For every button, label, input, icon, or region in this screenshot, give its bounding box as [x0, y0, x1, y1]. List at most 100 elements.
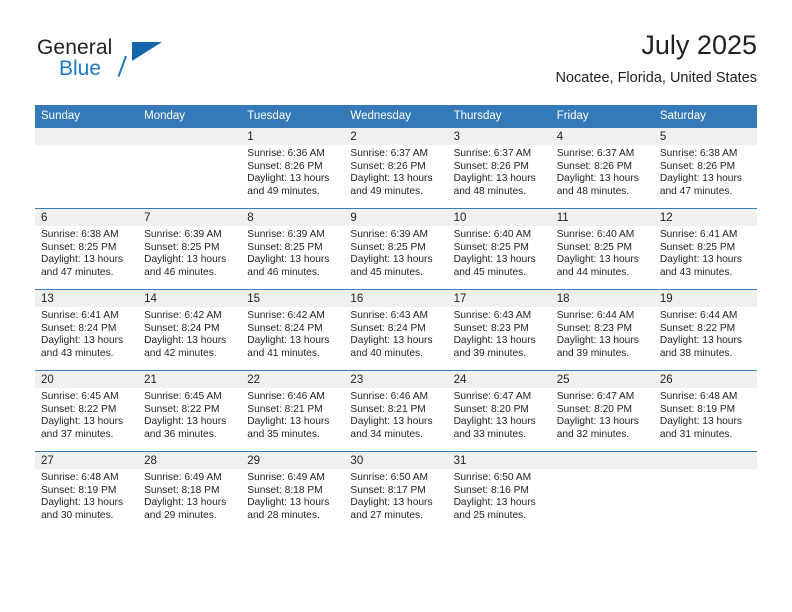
calendar-day-cell[interactable]: 5 Sunrise: 6:38 AM Sunset: 8:26 PM Daylight… — [653, 128, 757, 209]
daylight-text: Daylight: 13 hours and 41 minutes. — [247, 335, 330, 359]
sunrise-text: Sunrise: 6:44 AM — [556, 310, 635, 321]
sunset-text: Sunset: 8:21 PM — [350, 403, 426, 415]
day-number: 18 — [550, 290, 654, 307]
calendar-day-cell[interactable]: 20 Sunrise: 6:45 AM Sunset: 8:22 PM Dayligh… — [35, 370, 139, 452]
day-sun-info: Sunrise: 6:49 AM Sunset: 8:18 PM Daylight:… — [241, 469, 344, 522]
calendar-day-cell[interactable]: 3 Sunrise: 6:37 AM Sunset: 8:26 PM Daylight… — [447, 128, 551, 209]
weekday-header-friday: Friday — [550, 105, 654, 128]
daylight-text: Daylight: 13 hours and 36 minutes. — [144, 416, 227, 440]
calendar-day-cell[interactable]: 14 Sunrise: 6:42 AM Sunset: 8:24 PM Dayligh… — [138, 289, 242, 371]
calendar-day-cell[interactable]: 23 Sunrise: 6:46 AM Sunset: 8:21 PM Dayligh… — [344, 370, 448, 452]
day-number: 29 — [241, 452, 345, 469]
calendar-day-cell[interactable]: 1 Sunrise: 6:36 AM Sunset: 8:26 PM Daylight… — [241, 128, 345, 209]
weekday-header-thursday: Thursday — [447, 105, 551, 128]
day-number: 8 — [241, 209, 345, 226]
day-number: 24 — [447, 371, 551, 388]
day-sun-info: Sunrise: 6:50 AM Sunset: 8:17 PM Daylight:… — [344, 469, 447, 522]
day-cell-inner: 26 Sunrise: 6:48 AM Sunset: 8:19 PM Dayligh… — [653, 371, 757, 451]
general-blue-logo[interactable]: General Blue — [37, 36, 167, 88]
calendar-day-cell[interactable]: 15 Sunrise: 6:42 AM Sunset: 8:24 PM Dayligh… — [241, 289, 345, 371]
weekday-header-tuesday: Tuesday — [241, 105, 345, 128]
calendar-day-cell[interactable]: 31 Sunrise: 6:50 AM Sunset: 8:16 PM Dayligh… — [447, 451, 551, 532]
calendar-day-cell[interactable]: 22 Sunrise: 6:46 AM Sunset: 8:21 PM Dayligh… — [241, 370, 345, 452]
calendar-day-cell[interactable]: 19 Sunrise: 6:44 AM Sunset: 8:22 PM Dayligh… — [653, 289, 757, 371]
calendar-day-cell[interactable]: 26 Sunrise: 6:48 AM Sunset: 8:19 PM Dayligh… — [653, 370, 757, 452]
sunrise-text: Sunrise: 6:48 AM — [659, 391, 738, 402]
calendar-day-cell[interactable]: 16 Sunrise: 6:43 AM Sunset: 8:24 PM Dayligh… — [344, 289, 448, 371]
calendar-day-cell[interactable]: 7 Sunrise: 6:39 AM Sunset: 8:25 PM Daylight… — [138, 208, 242, 290]
calendar-day-cell[interactable]: 9 Sunrise: 6:39 AM Sunset: 8:25 PM Daylight… — [344, 208, 448, 290]
day-number: 1 — [241, 128, 345, 145]
sunrise-text: Sunrise: 6:43 AM — [453, 310, 532, 321]
calendar-body: 1 Sunrise: 6:36 AM Sunset: 8:26 PM Daylight… — [35, 128, 757, 532]
day-number: 28 — [138, 452, 242, 469]
day-number: 2 — [344, 128, 448, 145]
calendar-day-cell[interactable]: 27 Sunrise: 6:48 AM Sunset: 8:19 PM Dayligh… — [35, 451, 139, 532]
day-sun-info: Sunrise: 6:45 AM Sunset: 8:22 PM Daylight:… — [35, 388, 138, 441]
calendar-day-cell[interactable]: 4 Sunrise: 6:37 AM Sunset: 8:26 PM Daylight… — [550, 128, 654, 209]
sunset-text: Sunset: 8:22 PM — [41, 403, 117, 415]
day-cell-inner: 27 Sunrise: 6:48 AM Sunset: 8:19 PM Dayligh… — [35, 452, 139, 532]
day-cell-inner: 25 Sunrise: 6:47 AM Sunset: 8:20 PM Dayligh… — [550, 371, 654, 451]
calendar-page: General Blue July 2025 Nocatee, Florida,… — [0, 0, 792, 612]
sunset-text: Sunset: 8:18 PM — [247, 484, 323, 496]
calendar-day-cell[interactable]: 2 Sunrise: 6:37 AM Sunset: 8:26 PM Daylight… — [344, 128, 448, 209]
daylight-text: Daylight: 13 hours and 35 minutes. — [247, 416, 330, 440]
calendar-day-cell-empty — [138, 128, 242, 209]
sunrise-text: Sunrise: 6:43 AM — [350, 310, 429, 321]
daylight-text: Daylight: 13 hours and 46 minutes. — [144, 254, 227, 278]
day-number: 5 — [653, 128, 757, 145]
weekday-header-monday: Monday — [138, 105, 242, 128]
day-cell-inner: 31 Sunrise: 6:50 AM Sunset: 8:16 PM Dayligh… — [447, 452, 551, 532]
sunset-text: Sunset: 8:20 PM — [453, 403, 529, 415]
day-cell-inner: 21 Sunrise: 6:45 AM Sunset: 8:22 PM Dayligh… — [138, 371, 242, 451]
calendar-day-cell[interactable]: 25 Sunrise: 6:47 AM Sunset: 8:20 PM Dayligh… — [550, 370, 654, 452]
calendar-day-cell[interactable]: 12 Sunrise: 6:41 AM Sunset: 8:25 PM Dayligh… — [653, 208, 757, 290]
sunrise-text: Sunrise: 6:38 AM — [41, 229, 119, 240]
day-cell-inner: 15 Sunrise: 6:42 AM Sunset: 8:24 PM Dayligh… — [241, 290, 345, 370]
weekday-header-row: Sunday Monday Tuesday Wednesday Thursday… — [35, 105, 757, 128]
calendar-day-cell[interactable]: 13 Sunrise: 6:41 AM Sunset: 8:24 PM Dayligh… — [35, 289, 139, 371]
calendar-day-cell[interactable]: 6 Sunrise: 6:38 AM Sunset: 8:25 PM Daylight… — [35, 208, 139, 290]
day-sun-info: Sunrise: 6:49 AM Sunset: 8:18 PM Daylight:… — [138, 469, 241, 522]
day-sun-info: Sunrise: 6:42 AM Sunset: 8:24 PM Daylight:… — [138, 307, 241, 360]
day-cell-inner — [550, 452, 654, 532]
calendar-day-cell-empty — [550, 451, 654, 532]
daylight-text: Daylight: 13 hours and 39 minutes. — [556, 335, 639, 359]
day-cell-inner: 28 Sunrise: 6:49 AM Sunset: 8:18 PM Dayligh… — [138, 452, 242, 532]
day-sun-info: Sunrise: 6:37 AM Sunset: 8:26 PM Daylight:… — [344, 145, 447, 198]
sunset-text: Sunset: 8:24 PM — [247, 322, 323, 334]
day-number: 3 — [447, 128, 551, 145]
sunset-text: Sunset: 8:22 PM — [144, 403, 220, 415]
day-cell-inner: 3 Sunrise: 6:37 AM Sunset: 8:26 PM Daylight… — [447, 128, 551, 208]
day-number: 7 — [138, 209, 242, 226]
day-cell-inner — [138, 128, 242, 208]
calendar-day-cell[interactable]: 8 Sunrise: 6:39 AM Sunset: 8:25 PM Daylight… — [241, 208, 345, 290]
sunrise-text: Sunrise: 6:44 AM — [659, 310, 738, 321]
page-header: General Blue July 2025 Nocatee, Florida,… — [35, 28, 757, 98]
sunset-text: Sunset: 8:26 PM — [556, 160, 633, 172]
day-number: 16 — [344, 290, 448, 307]
day-cell-inner: 9 Sunrise: 6:39 AM Sunset: 8:25 PM Daylight… — [344, 209, 448, 289]
daylight-text: Daylight: 13 hours and 25 minutes. — [453, 497, 536, 521]
sunset-text: Sunset: 8:22 PM — [659, 322, 736, 334]
day-sun-info: Sunrise: 6:38 AM Sunset: 8:26 PM Daylight:… — [654, 145, 757, 198]
sunrise-text: Sunrise: 6:37 AM — [350, 148, 429, 159]
calendar-day-cell[interactable]: 29 Sunrise: 6:49 AM Sunset: 8:18 PM Dayligh… — [241, 451, 345, 532]
day-cell-inner: 8 Sunrise: 6:39 AM Sunset: 8:25 PM Daylight… — [241, 209, 345, 289]
calendar-day-cell[interactable]: 18 Sunrise: 6:44 AM Sunset: 8:23 PM Dayligh… — [550, 289, 654, 371]
weekday-header-sunday: Sunday — [35, 105, 139, 128]
day-sun-info: Sunrise: 6:37 AM Sunset: 8:26 PM Daylight:… — [551, 145, 654, 198]
calendar-day-cell[interactable]: 17 Sunrise: 6:43 AM Sunset: 8:23 PM Dayligh… — [447, 289, 551, 371]
calendar-day-cell[interactable]: 10 Sunrise: 6:40 AM Sunset: 8:25 PM Dayligh… — [447, 208, 551, 290]
day-sun-info: Sunrise: 6:39 AM Sunset: 8:25 PM Daylight:… — [138, 226, 241, 279]
calendar-day-cell[interactable]: 28 Sunrise: 6:49 AM Sunset: 8:18 PM Dayligh… — [138, 451, 242, 532]
calendar-day-cell[interactable]: 21 Sunrise: 6:45 AM Sunset: 8:22 PM Dayligh… — [138, 370, 242, 452]
day-number: 25 — [550, 371, 654, 388]
calendar-day-cell[interactable]: 24 Sunrise: 6:47 AM Sunset: 8:20 PM Dayligh… — [447, 370, 551, 452]
day-cell-inner: 5 Sunrise: 6:38 AM Sunset: 8:26 PM Daylight… — [653, 128, 757, 208]
calendar-day-cell[interactable]: 11 Sunrise: 6:40 AM Sunset: 8:25 PM Dayligh… — [550, 208, 654, 290]
day-cell-inner: 2 Sunrise: 6:37 AM Sunset: 8:26 PM Daylight… — [344, 128, 448, 208]
sunrise-text: Sunrise: 6:41 AM — [659, 229, 738, 240]
calendar-day-cell[interactable]: 30 Sunrise: 6:50 AM Sunset: 8:17 PM Dayligh… — [344, 451, 448, 532]
